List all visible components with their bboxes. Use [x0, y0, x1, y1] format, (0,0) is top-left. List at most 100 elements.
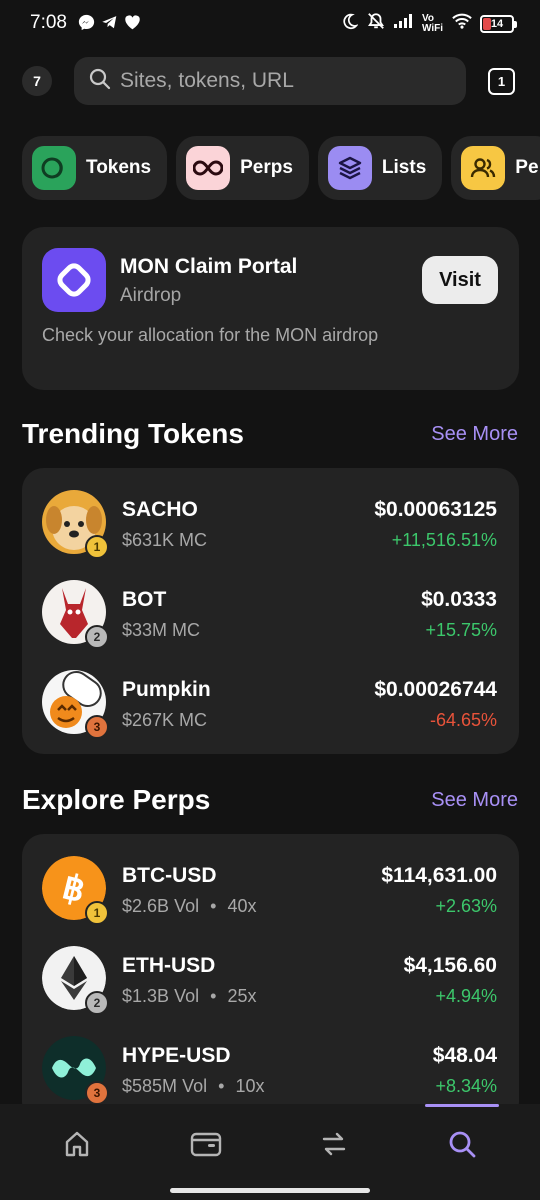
promo-card[interactable]: MON Claim Portal Airdrop Check your allo… [22, 227, 519, 390]
perp-leverage: 25x [227, 986, 257, 1006]
perp-price: $114,631.00 [381, 864, 497, 887]
chip-perps[interactable]: Perps [176, 136, 309, 200]
perp-details: $585M Vol • 10x [122, 1076, 264, 1097]
layers-icon [327, 146, 372, 190]
battery-icon: 14 [480, 14, 517, 33]
wallet-icon[interactable] [186, 1124, 226, 1164]
category-chips: Tokens Perps Lists Pe [22, 136, 540, 200]
tokens-icon [32, 146, 76, 190]
token-price: $0.00026744 [374, 678, 497, 701]
promo-subtitle: Airdrop [120, 285, 182, 306]
token-name: Pumpkin [122, 678, 211, 701]
token-change: +11,516.51% [391, 530, 497, 550]
home-icon[interactable] [57, 1124, 97, 1164]
token-price: $0.0333 [421, 588, 497, 611]
trending-title: Trending Tokens [22, 418, 244, 449]
account-badge[interactable]: 7 [22, 66, 52, 96]
perp-volume-label: Vol [174, 896, 200, 916]
telegram-icon [101, 14, 118, 36]
perp-details: $2.6B Vol • 40x [122, 896, 256, 917]
chip-label: Lists [381, 157, 427, 178]
network-label: Vo WiFi [422, 12, 444, 34]
chip-people[interactable]: Pe [451, 136, 540, 200]
signal-icon [394, 14, 414, 33]
gesture-bar [170, 1188, 370, 1193]
perp-details: $1.3B Vol • 25x [122, 986, 256, 1007]
battery-level: 14 [490, 17, 504, 30]
perps-see-more-link[interactable]: See More [431, 789, 518, 812]
search-input[interactable] [120, 69, 440, 93]
list-item[interactable]: ฿ 1 BTC-USD $2.6B Vol • 40x $114,631.00 … [22, 842, 519, 932]
trending-list: 1 SACHO $631K MC $0.00063125 +11,516.51%… [22, 468, 519, 754]
separator: • [210, 986, 217, 1006]
notification-icons [78, 14, 141, 36]
chip-label: Pe [515, 157, 539, 178]
perp-volume-label: Vol [182, 1076, 208, 1096]
list-item[interactable]: 3 Pumpkin $267K MC $0.00026744 -64.65% [22, 656, 519, 746]
tabs-button[interactable]: 1 [488, 68, 515, 95]
status-bar: 7:08 Vo WiFi 14 [0, 0, 540, 50]
list-item[interactable]: 3 HYPE-USD $585M Vol • 10x $48.04 +8.34% [22, 1022, 519, 1112]
search-icon [88, 67, 112, 96]
separator: • [210, 896, 217, 916]
token-name: BOT [122, 588, 167, 611]
promo-title: MON Claim Portal [120, 255, 298, 278]
messenger-icon [78, 14, 95, 36]
people-icon [461, 146, 506, 190]
list-item[interactable]: 2 ETH-USD $1.3B Vol • 25x $4,156.60 +4.9… [22, 932, 519, 1022]
perp-volume: $585M [122, 1076, 178, 1096]
chip-tokens[interactable]: Tokens [22, 136, 168, 200]
perps-list: ฿ 1 BTC-USD $2.6B Vol • 40x $114,631.00 … [22, 834, 519, 1124]
bottom-nav [0, 1104, 540, 1200]
token-market-cap: $267K MC [122, 710, 208, 730]
list-item[interactable]: 2 BOT $33M MC $0.0333 +15.75% [22, 566, 519, 656]
token-market-cap: $33M MC [122, 620, 201, 640]
rank-badge-bronze: 3 [85, 715, 109, 739]
rank-badge-gold: 1 [85, 535, 109, 559]
perp-name: HYPE-USD [122, 1044, 231, 1067]
token-change: -64.65% [429, 710, 497, 730]
moon-icon [341, 13, 359, 35]
perp-price: $48.04 [432, 1044, 497, 1067]
swap-icon[interactable] [314, 1124, 354, 1164]
search-nav-icon[interactable] [442, 1124, 482, 1164]
perp-volume: $2.6B [122, 896, 170, 916]
perp-name: BTC-USD [122, 864, 217, 887]
token-market-cap: $631K MC [122, 530, 208, 550]
separator: • [218, 1076, 225, 1096]
visit-button[interactable]: Visit [422, 256, 498, 304]
token-change: +15.75% [425, 620, 497, 640]
chip-label: Perps [240, 157, 293, 178]
perp-volume-label: Vol [174, 986, 200, 1006]
mute-icon [366, 12, 386, 35]
trending-see-more-link[interactable]: See More [431, 423, 518, 446]
rank-badge-bronze: 3 [85, 1081, 109, 1105]
perp-name: ETH-USD [122, 954, 216, 977]
perp-volume: $1.3B [122, 986, 170, 1006]
perp-change: +8.34% [435, 1076, 497, 1096]
system-icons: Vo WiFi 14 [341, 12, 517, 35]
perps-title: Explore Perps [22, 784, 211, 815]
rank-badge-silver: 2 [85, 625, 109, 649]
active-tab-indicator [425, 1104, 499, 1107]
perp-leverage: 40x [227, 896, 257, 916]
perp-price: $4,156.60 [403, 954, 497, 977]
infinity-icon [186, 146, 231, 190]
status-time: 7:08 [30, 12, 67, 33]
perp-change: +4.94% [435, 986, 497, 1006]
promo-description: Check your allocation for the MON airdro… [42, 325, 379, 345]
perp-change: +2.63% [435, 896, 497, 916]
top-bar: 7 1 [0, 56, 540, 106]
wifi-icon [452, 13, 472, 34]
token-price: $0.00063125 [374, 498, 497, 521]
token-name: SACHO [122, 498, 198, 521]
chip-lists[interactable]: Lists [317, 136, 443, 200]
rank-badge-silver: 2 [85, 991, 109, 1015]
search-bar[interactable] [74, 57, 466, 105]
list-item[interactable]: 1 SACHO $631K MC $0.00063125 +11,516.51% [22, 476, 519, 566]
perp-leverage: 10x [235, 1076, 265, 1096]
heart-icon [124, 14, 141, 36]
chip-label: Tokens [86, 157, 152, 178]
rank-badge-gold: 1 [85, 901, 109, 925]
mon-logo-icon [42, 248, 106, 312]
